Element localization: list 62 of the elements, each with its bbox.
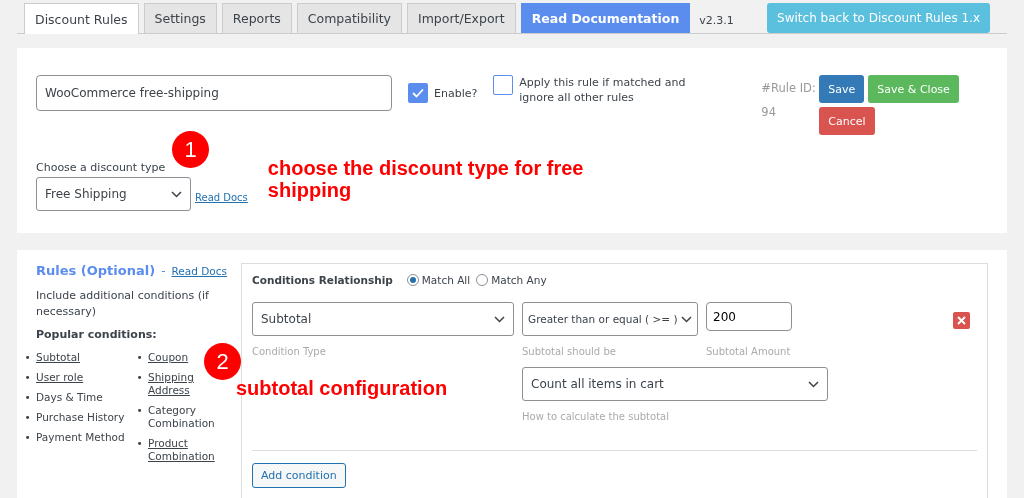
bullet: • bbox=[23, 391, 32, 404]
bullet: • bbox=[23, 431, 32, 444]
operator-hint: Subtotal should be bbox=[522, 346, 617, 357]
rule-id-value: 94 bbox=[761, 105, 777, 119]
separator-dash: - bbox=[161, 264, 166, 278]
operator-select[interactable]: Greater than or equal ( >= ) bbox=[522, 302, 698, 336]
radio-label: Match Any bbox=[491, 274, 547, 286]
rule-name-field[interactable]: WooCommerce free-shipping bbox=[36, 75, 392, 111]
tab[interactable]: Import/Export bbox=[407, 3, 516, 33]
exclusive-label: Apply this rule if matched and ignore all other rules bbox=[519, 75, 687, 105]
cancel-button[interactable]: Cancel bbox=[819, 107, 875, 135]
save-button[interactable]: Save bbox=[819, 75, 865, 103]
amount-field[interactable]: 200 bbox=[706, 302, 792, 331]
condition-item: Purchase History bbox=[36, 411, 125, 424]
condition-type-hint: Condition Type bbox=[252, 346, 327, 357]
relationship-label: Conditions Relationship bbox=[252, 274, 393, 286]
checkmark-icon bbox=[412, 88, 424, 98]
version-label: v2.3.1 bbox=[699, 14, 734, 27]
condition-link[interactable]: Subtotal bbox=[36, 351, 80, 364]
delete-icon[interactable] bbox=[953, 312, 970, 329]
condition-link[interactable]: User role bbox=[36, 371, 84, 384]
bullet: • bbox=[23, 411, 32, 424]
bullet: • bbox=[23, 371, 32, 384]
bullet: • bbox=[135, 437, 144, 451]
condition-link[interactable]: Coupon bbox=[148, 351, 189, 364]
annotation-text: choose the discount type for free shipping bbox=[267, 157, 585, 201]
condition-item: Category Combination bbox=[148, 404, 216, 430]
bullet: • bbox=[23, 351, 32, 364]
rules-title: Rules (Optional) bbox=[36, 263, 156, 278]
condition-item: Days & Time bbox=[36, 391, 103, 404]
enable-checkbox[interactable] bbox=[408, 83, 428, 103]
discount-type-select[interactable]: Free Shipping bbox=[36, 177, 191, 211]
bullet: • bbox=[135, 371, 144, 385]
calculate-select[interactable]: Count all items in cart bbox=[522, 367, 828, 401]
bullet: • bbox=[135, 351, 144, 364]
condition-type-select[interactable]: Subtotal bbox=[252, 302, 514, 336]
discount-type-label: Choose a discount type bbox=[36, 161, 167, 174]
chevron-down-icon bbox=[494, 315, 505, 323]
chevron-down-icon bbox=[681, 315, 692, 323]
tab[interactable]: Discount Rules bbox=[24, 3, 139, 34]
bullet: • bbox=[135, 404, 144, 418]
amount-hint: Subtotal Amount bbox=[706, 346, 792, 357]
chevron-down-icon bbox=[808, 380, 819, 388]
step-number-badge: 1 bbox=[172, 131, 209, 168]
condition-item: Payment Method bbox=[36, 431, 125, 444]
condition-link[interactable]: Product Combination bbox=[148, 437, 227, 463]
exclusive-checkbox[interactable] bbox=[493, 75, 514, 95]
read-docs-link[interactable]: Read Docs bbox=[171, 265, 227, 277]
tab[interactable]: Reports bbox=[221, 3, 292, 33]
add-condition-button[interactable]: Add condition bbox=[252, 463, 346, 488]
tab[interactable]: Compatibility bbox=[296, 3, 402, 33]
enable-label: Enable? bbox=[434, 86, 478, 100]
annotation-text: subtotal configuration bbox=[236, 377, 448, 399]
rules-description: Include additional conditions (if necessary) bbox=[36, 288, 210, 320]
chevron-down-icon bbox=[171, 190, 182, 198]
radio-label: Match All bbox=[421, 274, 471, 286]
popular-conditions-title: Popular conditions: bbox=[36, 328, 158, 341]
step-number-badge: 2 bbox=[204, 343, 241, 380]
read-docs-link[interactable]: Read Docs bbox=[195, 192, 248, 203]
tab[interactable]: Settings bbox=[143, 3, 217, 33]
calculate-hint: How to calculate the subtotal bbox=[522, 411, 670, 422]
rule-id-label: #Rule ID: bbox=[761, 81, 817, 95]
